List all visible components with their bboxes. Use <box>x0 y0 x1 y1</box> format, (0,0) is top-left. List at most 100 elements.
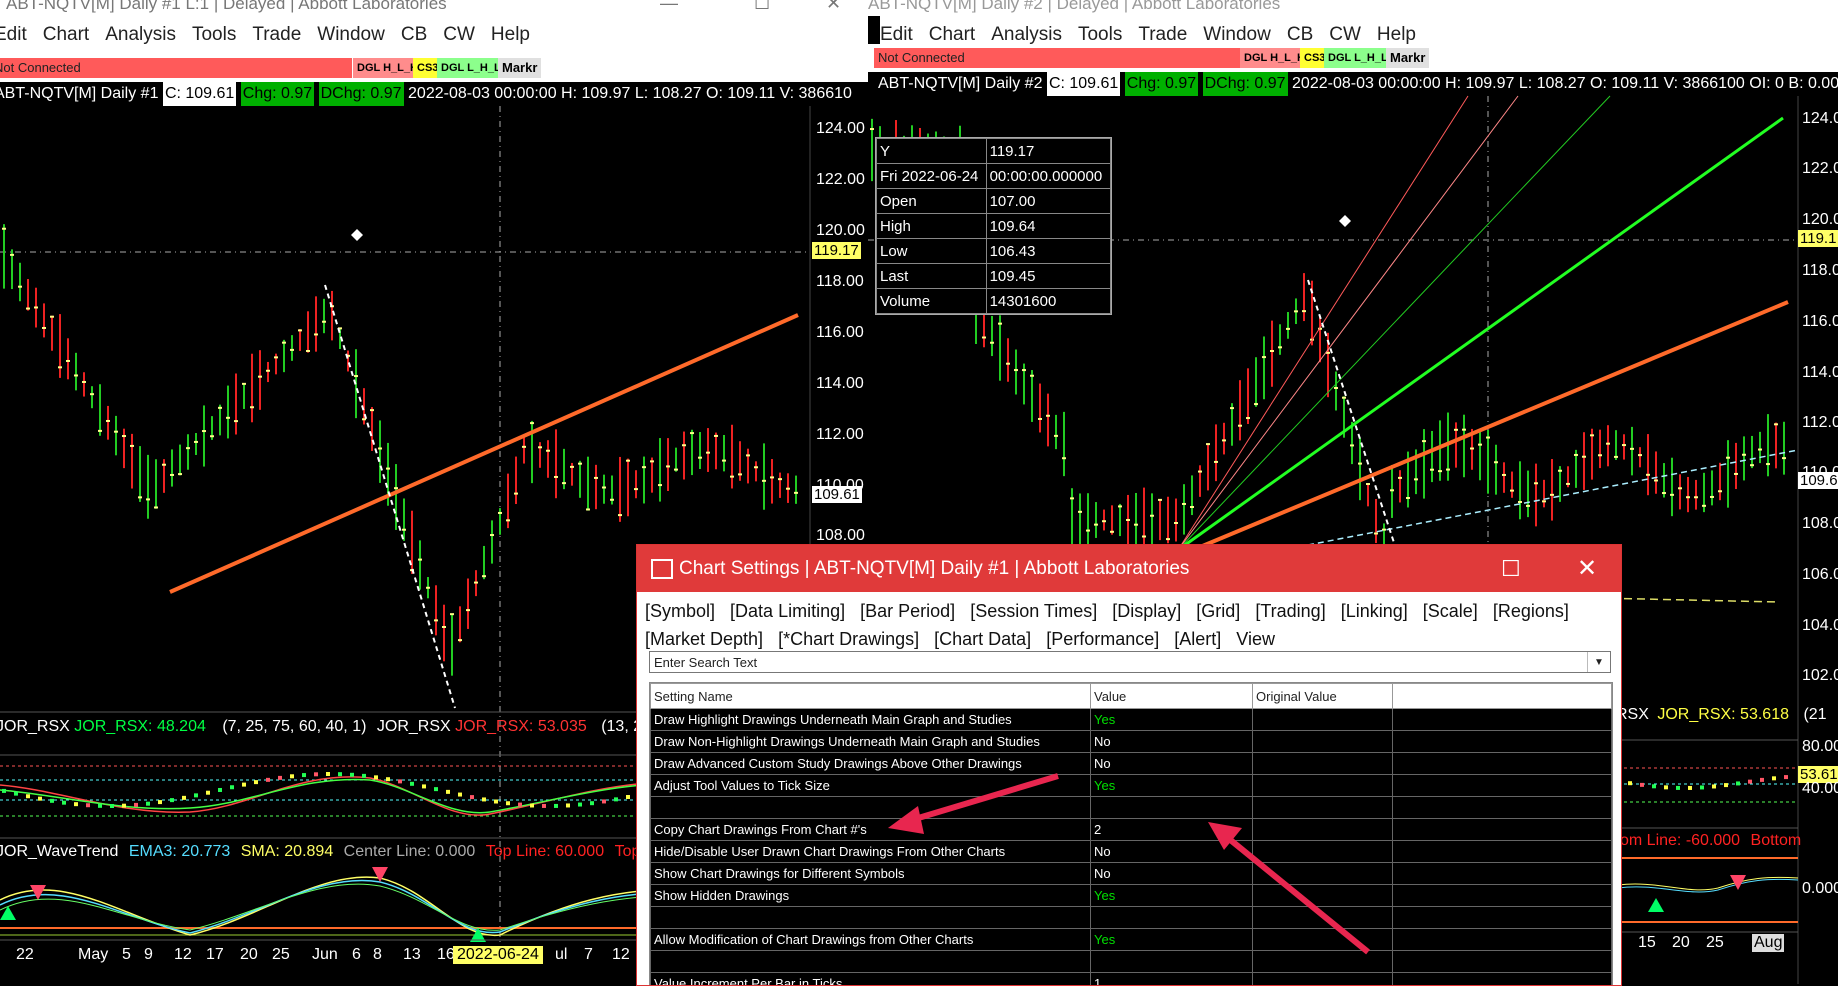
window-icon <box>651 559 673 579</box>
tab-market-depth[interactable]: [Market Depth] <box>645 629 763 649</box>
wt-ema: EMA3: 20.773 <box>129 843 230 860</box>
table-row[interactable]: Copy Chart Drawings From Chart #'s2 <box>651 819 1612 841</box>
table-row <box>651 907 1612 929</box>
table-row[interactable]: Show Chart Drawings for Different Symbol… <box>651 863 1612 885</box>
tab-row-2: [Market Depth] [*Chart Drawings] [Chart … <box>645 629 1285 650</box>
close-icon[interactable]: ✕ <box>1577 545 1597 592</box>
col-value[interactable]: Value <box>1091 684 1253 709</box>
data-row: Low106.43 <box>877 239 1111 264</box>
table-row[interactable]: Adjust Tool Values to Tick SizeYes <box>651 775 1612 797</box>
chevron-down-icon[interactable]: ▼ <box>1587 652 1610 672</box>
y-label: 118.00 <box>1802 262 1838 280</box>
rsx-name: JOR_RSX <box>0 718 70 735</box>
wt-bottom2: Bottom <box>1751 832 1802 849</box>
data-window: Y119.17 Fri 2022-06-2400:00:00.000000 Op… <box>875 137 1112 315</box>
setting-name: Show Chart Drawings for Different Symbol… <box>651 863 1091 885</box>
col-setting-name[interactable]: Setting Name <box>651 684 1091 709</box>
tab-view[interactable]: View <box>1236 629 1275 649</box>
data-key: Volume <box>877 289 987 314</box>
setting-value <box>1091 907 1253 929</box>
cursor-price-box: 119.1 <box>1798 230 1838 247</box>
y-label: 108.00 <box>1802 515 1838 533</box>
setting-value[interactable]: Yes <box>1091 929 1253 951</box>
y-label: 122.00 <box>816 171 865 189</box>
setting-value[interactable]: No <box>1091 841 1253 863</box>
tab-trading[interactable]: [Trading] <box>1255 601 1325 621</box>
setting-value[interactable]: No <box>1091 731 1253 753</box>
tab-display[interactable]: [Display] <box>1112 601 1181 621</box>
setting-name: Allow Modification of Chart Drawings fro… <box>651 929 1091 951</box>
tab-regions[interactable]: [Regions] <box>1493 601 1569 621</box>
last-price-box: 109.61 <box>812 486 862 503</box>
maximize-icon[interactable]: ☐ <box>1501 545 1521 592</box>
data-row: High109.64 <box>877 214 1111 239</box>
x-label: 8 <box>373 946 382 964</box>
x-label: Aug <box>1752 934 1784 952</box>
y-label: 120.00 <box>1802 211 1838 229</box>
tab-chart-data[interactable]: [Chart Data] <box>934 629 1031 649</box>
y-label: 104.00 <box>1802 617 1838 635</box>
setting-value[interactable]: No <box>1091 753 1253 775</box>
wt-sma: SMA: 20.894 <box>241 843 334 860</box>
setting-name <box>651 797 1091 819</box>
table-row[interactable]: Hide/Disable User Drawn Chart Drawings F… <box>651 841 1612 863</box>
data-key: Last <box>877 264 987 289</box>
rsx2-name: JOR_RSX <box>377 718 451 735</box>
tab-linking[interactable]: [Linking] <box>1341 601 1408 621</box>
x-label: 5 <box>122 946 131 964</box>
setting-name: Draw Highlight Drawings Underneath Main … <box>651 709 1091 731</box>
rsx-params: (21 <box>1803 706 1826 723</box>
x-label: 22 <box>16 946 34 964</box>
wt-top: Top Line: 60.000 <box>486 843 604 860</box>
x-label: Jun <box>312 946 338 964</box>
setting-value[interactable]: Yes <box>1091 775 1253 797</box>
setting-value[interactable]: No <box>1091 863 1253 885</box>
tab-bar-period[interactable]: [Bar Period] <box>860 601 955 621</box>
col-extra <box>1393 684 1612 709</box>
rsx2-value: JOR_RSX: 53.035 <box>455 718 587 735</box>
data-row: Volume14301600 <box>877 289 1111 314</box>
tab-data-limiting[interactable]: [Data Limiting] <box>730 601 845 621</box>
rsx-value: JOR_RSX: 48.204 <box>74 718 206 735</box>
data-value: 119.17 <box>986 139 1110 164</box>
data-key: Y <box>877 139 987 164</box>
setting-value[interactable]: Yes <box>1091 709 1253 731</box>
search-input[interactable]: Enter Search Text ▼ <box>649 651 1611 673</box>
setting-value[interactable]: Yes <box>1091 885 1253 907</box>
tab-scale[interactable]: [Scale] <box>1423 601 1478 621</box>
setting-value <box>1091 951 1253 973</box>
dialog-title-bar[interactable]: Chart Settings | ABT-NQTV[M] Daily #1 | … <box>637 545 1621 592</box>
setting-name: Draw Advanced Custom Study Drawings Abov… <box>651 753 1091 775</box>
table-row[interactable]: Draw Non-Highlight Drawings Underneath M… <box>651 731 1612 753</box>
setting-name: Hide/Disable User Drawn Chart Drawings F… <box>651 841 1091 863</box>
x-label: May <box>78 946 108 964</box>
table-row[interactable]: Draw Advanced Custom Study Drawings Abov… <box>651 753 1612 775</box>
y-label: 102.00 <box>1802 667 1838 685</box>
tab-session-times[interactable]: [Session Times] <box>970 601 1097 621</box>
wavetrend-legend: JOR_WaveTrend EMA3: 20.773 SMA: 20.894 C… <box>0 843 688 861</box>
y-label: 118.00 <box>816 273 864 291</box>
wt-bottom: om Line: -60.000 <box>1620 832 1740 849</box>
tab-alert[interactable]: [Alert] <box>1174 629 1221 649</box>
x-label: 12 <box>174 946 192 964</box>
tab-performance[interactable]: [Performance] <box>1046 629 1159 649</box>
tab-symbol[interactable]: [Symbol] <box>645 601 715 621</box>
table-row[interactable]: Allow Modification of Chart Drawings fro… <box>651 929 1612 951</box>
table-row[interactable]: Draw Highlight Drawings Underneath Main … <box>651 709 1612 731</box>
x-label: 25 <box>1706 934 1724 952</box>
tab-chart-drawings[interactable]: [*Chart Drawings] <box>778 629 919 649</box>
y-label: 114.00 <box>816 375 864 393</box>
y-label: 124.00 <box>816 120 865 138</box>
table-row[interactable]: Show Hidden DrawingsYes <box>651 885 1612 907</box>
settings-grid[interactable]: Setting Name Value Original Value Draw H… <box>649 682 1613 986</box>
y-label: 124.00 <box>1802 110 1838 128</box>
data-row: Y119.17 <box>877 139 1111 164</box>
tab-grid[interactable]: [Grid] <box>1196 601 1240 621</box>
setting-value[interactable]: 2 <box>1091 819 1253 841</box>
col-original-value[interactable]: Original Value <box>1253 684 1393 709</box>
data-row: Fri 2022-06-2400:00:00.000000 <box>877 164 1111 189</box>
rsx-legend: JOR_RSX JOR_RSX: 48.204 (7, 25, 75, 60, … <box>0 718 704 736</box>
y-label: 120.00 <box>816 222 865 240</box>
rsx-value: JOR_RSX: 53.618 <box>1657 706 1789 723</box>
data-value: 00:00:00.000000 <box>986 164 1110 189</box>
